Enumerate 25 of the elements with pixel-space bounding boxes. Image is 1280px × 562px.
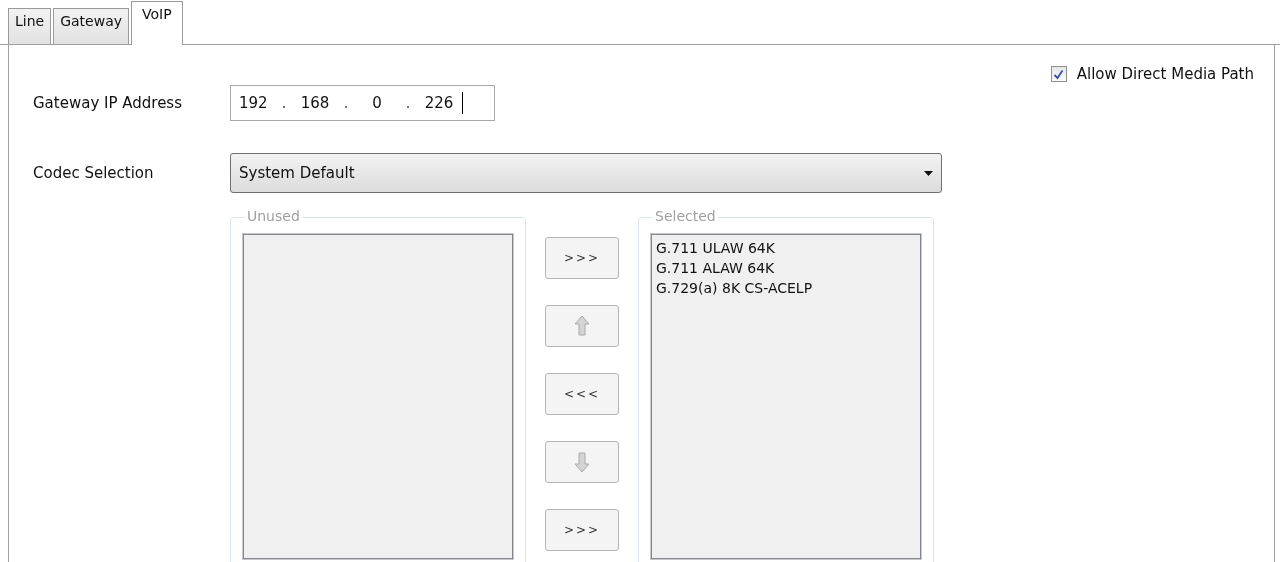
field-label: Gateway IP Address	[33, 94, 183, 112]
group-title: Selected	[653, 208, 718, 224]
ip-address-field[interactable]: 192 168 0 226	[230, 85, 495, 121]
down-arrow-icon	[574, 451, 590, 473]
list-item[interactable]: G.711 ULAW 64K	[656, 238, 916, 258]
dropdown-arrow-icon	[924, 170, 933, 176]
checkbox[interactable]	[1050, 66, 1067, 82]
ip-octet: 0	[371, 94, 383, 112]
ip-octet: 226	[423, 94, 455, 112]
transfer-button[interactable]: <<<	[545, 373, 619, 415]
tab[interactable]: VoIP	[131, 1, 183, 45]
up-arrow-icon	[574, 315, 590, 337]
group-title: Unused	[245, 208, 302, 224]
field-label: Codec Selection	[33, 164, 155, 182]
list-item[interactable]: G.729(a) 8K CS-ACELP	[656, 278, 916, 298]
list-box[interactable]: G.711 ULAW 64K G.711 ALAW 64K G.729(a) 8K CS-ACELP	[651, 234, 921, 559]
transfer-button[interactable]: >>>	[545, 237, 619, 279]
codec-dropdown[interactable]: System Default	[230, 153, 942, 193]
transfer-button[interactable]: >>>	[545, 509, 619, 551]
checkbox-label: Allow Direct Media Path	[1076, 65, 1254, 83]
tab[interactable]: Gateway	[53, 8, 130, 44]
ip-octet: 168	[299, 94, 331, 112]
list-item[interactable]: G.711 ALAW 64K	[656, 258, 916, 278]
tab[interactable]: Line	[8, 8, 52, 44]
ip-octet: 192	[239, 94, 269, 112]
